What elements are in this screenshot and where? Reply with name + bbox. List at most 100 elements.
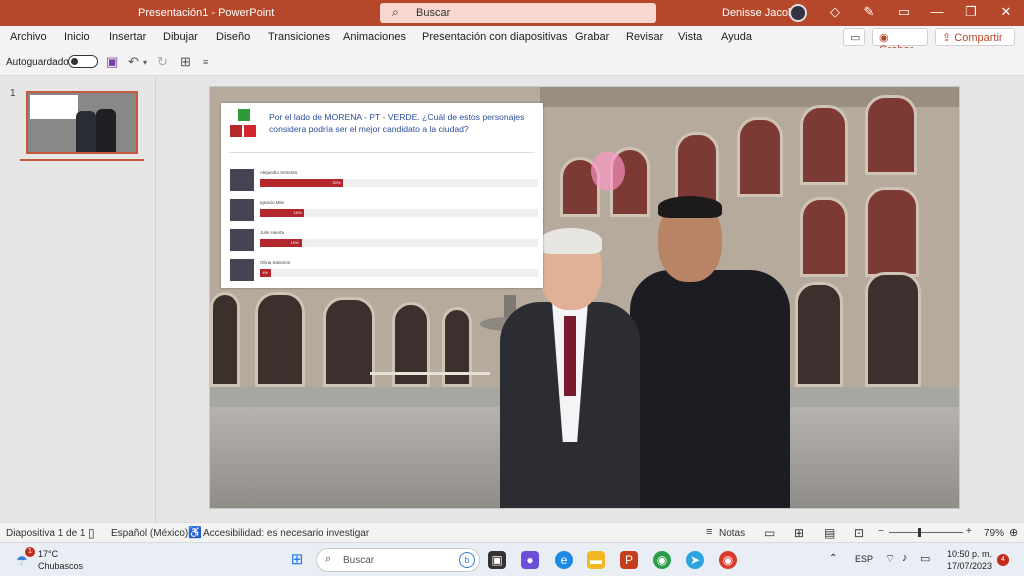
slide-canvas[interactable]: Por el lado de MORENA - PT - VERDE. ¿Cuá… bbox=[209, 86, 960, 509]
reading-view-icon[interactable]: ▤ bbox=[824, 526, 835, 540]
tab-insertar[interactable]: Insertar bbox=[109, 31, 146, 43]
tab-dibujar[interactable]: Dibujar bbox=[163, 31, 198, 43]
candidate-photo bbox=[230, 259, 254, 281]
accessibility-status[interactable]: Accesibilidad: es necesario investigar bbox=[203, 528, 369, 539]
zoom-in-icon[interactable]: + bbox=[966, 526, 972, 537]
result-percent: 4% bbox=[262, 270, 269, 275]
normal-view-icon[interactable]: ▭ bbox=[764, 526, 775, 540]
start-icon[interactable]: ⊞ bbox=[288, 551, 306, 569]
notes-button[interactable]: Notas bbox=[719, 528, 745, 539]
poll-candidate: Julio Huerta 15% bbox=[230, 229, 538, 251]
record-button[interactable]: ◉ Grabar bbox=[872, 28, 928, 56]
arch bbox=[865, 187, 919, 277]
redo-icon[interactable]: ↻ bbox=[157, 54, 168, 70]
diamond-icon[interactable]: ◇ bbox=[826, 4, 844, 20]
candidate-photo bbox=[230, 169, 254, 191]
slide-counter: Diapositiva 1 de 1 bbox=[6, 528, 86, 539]
search-icon: ⌕ bbox=[325, 553, 332, 565]
poll-image[interactable]: Por el lado de MORENA - PT - VERDE. ¿Cuá… bbox=[221, 103, 543, 288]
teams-icon[interactable]: ● bbox=[521, 551, 539, 569]
tray-chevron-icon[interactable]: ⌃ bbox=[829, 553, 837, 564]
morena-logo bbox=[230, 125, 242, 137]
language-status[interactable]: Español (México) bbox=[111, 528, 188, 539]
share-label: Compartir bbox=[954, 32, 1003, 44]
poll-question: Por el lado de MORENA - PT - VERDE. ¿Cuá… bbox=[269, 112, 525, 134]
powerpoint-icon[interactable]: P bbox=[620, 551, 638, 569]
notification-badge[interactable]: 4 bbox=[997, 554, 1009, 566]
tab-revisar[interactable]: Revisar bbox=[626, 31, 663, 43]
candidate-name: Olivia Salomón bbox=[260, 260, 291, 265]
result-bar: 16% bbox=[260, 209, 305, 217]
tab-presentacion[interactable]: Presentación con diapositivas bbox=[422, 31, 568, 43]
battery-icon[interactable]: ▭ bbox=[920, 552, 930, 565]
candidate-photo bbox=[230, 199, 254, 221]
tab-diseno[interactable]: Diseño bbox=[216, 31, 250, 43]
language-indicator[interactable]: ESP bbox=[855, 554, 873, 564]
tab-vista[interactable]: Vista bbox=[678, 31, 702, 43]
tab-ayuda[interactable]: Ayuda bbox=[721, 31, 752, 43]
zoom-out-icon[interactable]: − bbox=[878, 526, 884, 537]
slide-thumbnail[interactable] bbox=[26, 91, 138, 154]
search-input[interactable]: Buscar bbox=[416, 7, 450, 19]
pen-icon[interactable]: ✎ bbox=[860, 4, 878, 20]
arch bbox=[795, 282, 843, 387]
tab-grabar[interactable]: Grabar bbox=[575, 31, 609, 43]
result-percent: 30% bbox=[332, 180, 341, 185]
present-icon[interactable]: ⊞ bbox=[180, 54, 191, 70]
edge-icon[interactable]: e bbox=[555, 551, 573, 569]
slideshow-icon[interactable]: ⊡ bbox=[854, 526, 864, 540]
zoom-level[interactable]: 79% bbox=[984, 528, 1004, 539]
window-title: Presentación1 - PowerPoint bbox=[138, 7, 275, 19]
chrome-icon[interactable]: ◉ bbox=[653, 551, 671, 569]
customize-toolbar-icon[interactable]: ≡ bbox=[203, 57, 208, 67]
bing-icon[interactable]: b bbox=[459, 552, 475, 568]
task-view-icon[interactable]: ▣ bbox=[488, 551, 506, 569]
result-bar: 15% bbox=[260, 239, 302, 247]
person-tie bbox=[564, 316, 576, 396]
date: 17/07/2023 bbox=[946, 561, 992, 571]
undo-icon[interactable]: ↶ bbox=[128, 54, 139, 70]
taskbar-search-input[interactable]: Buscar bbox=[343, 555, 374, 566]
restore-icon[interactable]: ❐ bbox=[962, 4, 980, 20]
wifi-icon[interactable]: ⌔ bbox=[885, 552, 895, 566]
share-button[interactable]: ⇪ Compartir ▾ bbox=[935, 28, 1015, 57]
close-icon[interactable]: ✕ bbox=[997, 4, 1015, 20]
zoom-slider-handle[interactable] bbox=[918, 528, 921, 537]
result-percent: 15% bbox=[290, 240, 299, 245]
notes-book-icon[interactable]: ▯ bbox=[88, 526, 95, 540]
taskbar: ☂ 1 17°C Chubascos ⊞ ⌕ Buscar b ▣ ● e ▬ … bbox=[0, 542, 1024, 576]
result-percent: 16% bbox=[293, 210, 302, 215]
avatar[interactable] bbox=[789, 4, 807, 22]
chrome-profile-icon[interactable]: ◉ bbox=[719, 551, 737, 569]
undo-dropdown-icon[interactable]: ▾ bbox=[143, 58, 147, 67]
save-icon[interactable]: ▣ bbox=[106, 54, 118, 70]
person-hair bbox=[658, 196, 722, 218]
fit-slide-icon[interactable]: ⊕ bbox=[1009, 526, 1018, 539]
taskbar-search[interactable]: ⌕ Buscar b bbox=[316, 548, 480, 572]
autosave-toggle[interactable] bbox=[68, 55, 98, 68]
ribbon-display-icon[interactable]: ▭ bbox=[895, 4, 913, 20]
tab-inicio[interactable]: Inicio bbox=[64, 31, 90, 43]
poll-candidate: Ignacio Mier 16% bbox=[230, 199, 538, 221]
quick-access-toolbar: Autoguardado ▣ ↶ ▾ ↻ ⊞ ≡ bbox=[0, 48, 1024, 76]
comments-button[interactable]: ▭ bbox=[843, 28, 865, 46]
thumbnail-person bbox=[76, 111, 96, 152]
telegram-icon[interactable]: ➤ bbox=[686, 551, 704, 569]
time: 10:50 p. m. bbox=[946, 549, 992, 559]
slide-sorter-icon[interactable]: ⊞ bbox=[794, 526, 804, 540]
zoom-slider[interactable] bbox=[889, 532, 963, 533]
tab-transiciones[interactable]: Transiciones bbox=[268, 31, 330, 43]
clock[interactable]: 10:50 p. m. 17/07/2023 bbox=[944, 548, 992, 572]
arch bbox=[255, 292, 305, 387]
thumbnail-poll bbox=[30, 95, 78, 119]
search-icon: ⌕ bbox=[392, 5, 399, 19]
search-box[interactable]: ⌕ Buscar bbox=[380, 3, 656, 23]
minimize-icon[interactable]: — bbox=[928, 4, 946, 19]
result-track: 16% bbox=[260, 209, 538, 217]
volume-icon[interactable]: ♪ bbox=[902, 552, 908, 564]
slide-thumbnail-pane: 1 bbox=[0, 77, 156, 522]
tab-animaciones[interactable]: Animaciones bbox=[343, 31, 406, 43]
arch bbox=[865, 272, 921, 387]
file-explorer-icon[interactable]: ▬ bbox=[587, 551, 605, 569]
tab-archivo[interactable]: Archivo bbox=[10, 31, 47, 43]
